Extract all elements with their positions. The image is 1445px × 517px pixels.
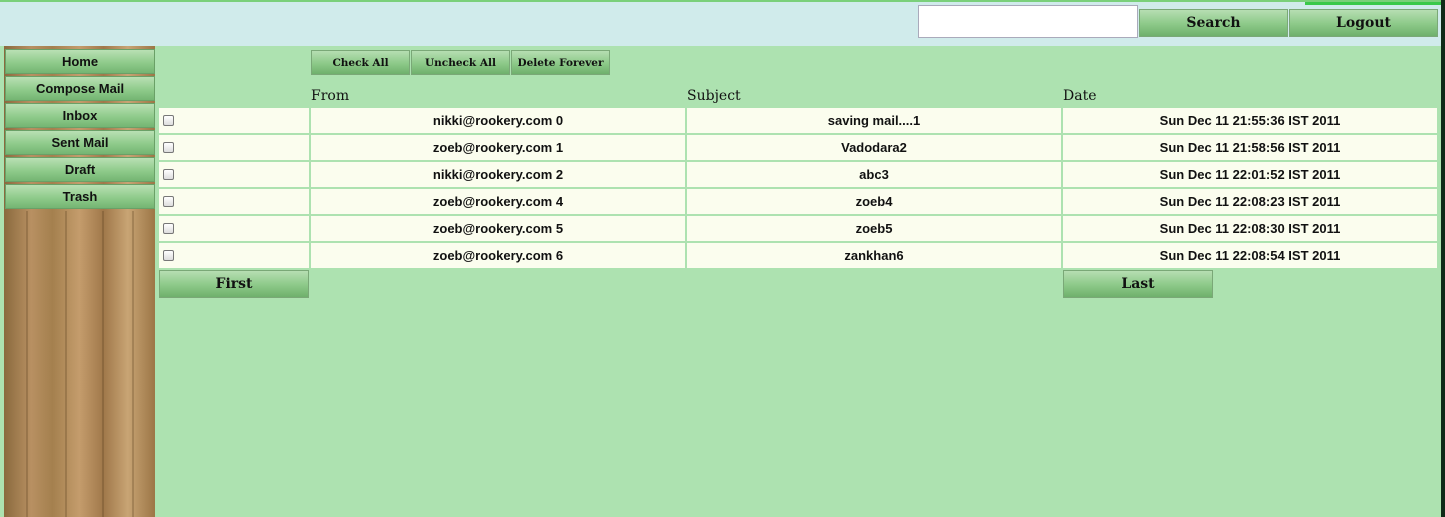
row-subject[interactable]: zankhan6 [687, 243, 1061, 268]
row-from[interactable]: zoeb@rookery.com 4 [311, 189, 685, 214]
row-date: Sun Dec 11 21:58:56 IST 2011 [1063, 135, 1437, 160]
first-page-button[interactable]: First [159, 270, 309, 298]
column-header-subject: Subject [687, 88, 741, 104]
row-checkbox[interactable] [163, 169, 174, 180]
row-checkbox-cell [159, 135, 309, 160]
row-date: Sun Dec 11 22:08:30 IST 2011 [1063, 216, 1437, 241]
header-accent-bar [1305, 2, 1441, 5]
row-checkbox[interactable] [163, 250, 174, 261]
uncheck-all-button[interactable]: Uncheck All [411, 50, 510, 75]
logout-button[interactable]: Logout [1289, 9, 1438, 37]
row-checkbox[interactable] [163, 142, 174, 153]
wood-texture [132, 211, 134, 517]
row-checkbox-cell [159, 162, 309, 187]
row-from[interactable]: zoeb@rookery.com 6 [311, 243, 685, 268]
row-from[interactable]: zoeb@rookery.com 5 [311, 216, 685, 241]
sidebar: Home Compose Mail Inbox Sent Mail Draft … [4, 46, 155, 517]
column-header-from: From [311, 88, 350, 104]
row-subject[interactable]: abc3 [687, 162, 1061, 187]
row-checkbox-cell [159, 243, 309, 268]
row-from[interactable]: nikki@rookery.com 0 [311, 108, 685, 133]
search-button[interactable]: Search [1139, 9, 1288, 37]
row-date: Sun Dec 11 22:08:54 IST 2011 [1063, 243, 1437, 268]
sidebar-item-compose-mail[interactable]: Compose Mail [5, 76, 155, 101]
mail-app: Search Logout Home Compose Mail Inbox Se… [0, 0, 1441, 517]
wood-texture [65, 211, 67, 517]
column-header-date: Date [1063, 88, 1097, 104]
sidebar-item-inbox[interactable]: Inbox [5, 103, 155, 128]
sidebar-item-sent-mail[interactable]: Sent Mail [5, 130, 155, 155]
row-checkbox[interactable] [163, 196, 174, 207]
last-page-button[interactable]: Last [1063, 270, 1213, 298]
row-from[interactable]: nikki@rookery.com 2 [311, 162, 685, 187]
window-edge [1441, 0, 1445, 517]
top-header: Search Logout [0, 0, 1441, 46]
row-date: Sun Dec 11 22:01:52 IST 2011 [1063, 162, 1437, 187]
delete-forever-button[interactable]: Delete Forever [511, 50, 610, 75]
row-subject[interactable]: Vadodara2 [687, 135, 1061, 160]
row-subject[interactable]: saving mail....1 [687, 108, 1061, 133]
search-input[interactable] [918, 5, 1138, 38]
row-from[interactable]: zoeb@rookery.com 1 [311, 135, 685, 160]
wood-texture [102, 211, 104, 517]
row-date: Sun Dec 11 21:55:36 IST 2011 [1063, 108, 1437, 133]
row-date: Sun Dec 11 22:08:23 IST 2011 [1063, 189, 1437, 214]
row-checkbox-cell [159, 189, 309, 214]
wood-texture [26, 211, 28, 517]
row-checkbox-cell [159, 216, 309, 241]
row-checkbox[interactable] [163, 115, 174, 126]
row-subject[interactable]: zoeb4 [687, 189, 1061, 214]
sidebar-item-draft[interactable]: Draft [5, 157, 155, 182]
row-checkbox[interactable] [163, 223, 174, 234]
sidebar-item-trash[interactable]: Trash [5, 184, 155, 209]
row-subject[interactable]: zoeb5 [687, 216, 1061, 241]
row-checkbox-cell [159, 108, 309, 133]
sidebar-item-home[interactable]: Home [5, 49, 155, 74]
check-all-button[interactable]: Check All [311, 50, 410, 75]
